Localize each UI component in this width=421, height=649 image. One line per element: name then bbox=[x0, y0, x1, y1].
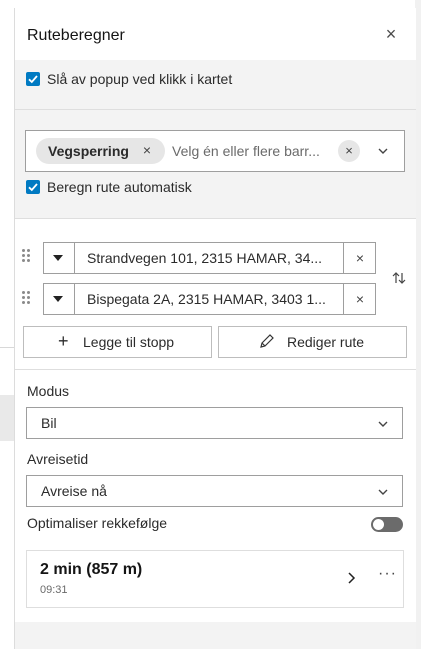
barrier-placeholder[interactable]: Velg én eller flere barr... bbox=[172, 143, 332, 159]
optimize-label: Optimaliser rekkefølge bbox=[27, 515, 168, 531]
divider bbox=[15, 369, 416, 370]
barrier-chip: Vegsperring × bbox=[36, 138, 165, 164]
route-result-card[interactable]: 2 min (857 m) 09:31 ··· bbox=[26, 550, 404, 608]
disable-popup-label: Slå av popup ved klikk i kartet bbox=[47, 71, 233, 87]
panel-header: Ruteberegner × bbox=[15, 8, 416, 60]
mode-value: Bil bbox=[41, 415, 57, 431]
map-edge-left bbox=[0, 0, 14, 649]
divider bbox=[15, 218, 416, 219]
add-stop-label: Legge til stopp bbox=[83, 334, 175, 350]
edit-route-label: Rediger rute bbox=[287, 334, 365, 350]
chevron-down-icon[interactable] bbox=[376, 144, 390, 158]
departure-value: Avreise nå bbox=[41, 483, 107, 499]
drag-handle-icon[interactable] bbox=[22, 249, 32, 263]
swap-stops-icon[interactable] bbox=[391, 270, 407, 286]
mode-select[interactable]: Bil bbox=[26, 407, 403, 439]
optimize-toggle[interactable] bbox=[371, 517, 403, 532]
stop-field-1[interactable]: Strandvegen 101, 2315 HAMAR, 34... × bbox=[43, 242, 376, 274]
add-stop-button[interactable]: + Legge til stopp bbox=[23, 326, 212, 358]
barrier-combobox[interactable]: Vegsperring × Velg én eller flere barr..… bbox=[25, 130, 405, 172]
mode-label: Modus bbox=[27, 383, 70, 399]
panel-title: Ruteberegner bbox=[27, 27, 125, 44]
plus-icon: + bbox=[58, 331, 69, 351]
route-time: 09:31 bbox=[40, 584, 68, 596]
route-panel: Ruteberegner × Slå av popup ved klikk i … bbox=[14, 8, 416, 649]
chip-remove-icon[interactable]: × bbox=[140, 143, 154, 157]
chevron-down-icon bbox=[378, 489, 388, 495]
barrier-chip-label: Vegsperring bbox=[48, 143, 129, 159]
route-summary: 2 min (857 m) bbox=[40, 561, 143, 578]
disable-popup-checkbox[interactable] bbox=[26, 72, 40, 86]
edit-route-button[interactable]: Rediger rute bbox=[218, 326, 407, 358]
departure-select[interactable]: Avreise nå bbox=[26, 475, 403, 507]
auto-calc-label: Beregn rute automatisk bbox=[47, 179, 192, 195]
chevron-right-icon[interactable] bbox=[345, 570, 359, 586]
pencil-icon bbox=[259, 333, 275, 352]
auto-calc-checkbox[interactable] bbox=[26, 180, 40, 194]
chevron-down-icon bbox=[378, 421, 388, 427]
caret-down-icon[interactable] bbox=[44, 243, 75, 273]
remove-stop-icon[interactable]: × bbox=[343, 284, 376, 314]
stop-field-2[interactable]: Bispegata 2A, 2315 HAMAR, 3403 1... × bbox=[43, 283, 376, 315]
departure-label: Avreisetid bbox=[27, 451, 89, 467]
stop-address[interactable]: Strandvegen 101, 2315 HAMAR, 34... bbox=[87, 250, 332, 266]
clear-icon[interactable]: × bbox=[338, 140, 360, 162]
remove-stop-icon[interactable]: × bbox=[343, 243, 376, 273]
caret-down-icon[interactable] bbox=[44, 284, 75, 314]
stop-address[interactable]: Bispegata 2A, 2315 HAMAR, 3403 1... bbox=[87, 291, 332, 307]
drag-handle-icon[interactable] bbox=[22, 291, 32, 305]
more-options-icon[interactable]: ··· bbox=[378, 566, 398, 584]
popup-option-section: Slå av popup ved klikk i kartet bbox=[15, 60, 416, 110]
close-icon[interactable]: × bbox=[383, 25, 399, 43]
panel-footer bbox=[15, 622, 416, 649]
